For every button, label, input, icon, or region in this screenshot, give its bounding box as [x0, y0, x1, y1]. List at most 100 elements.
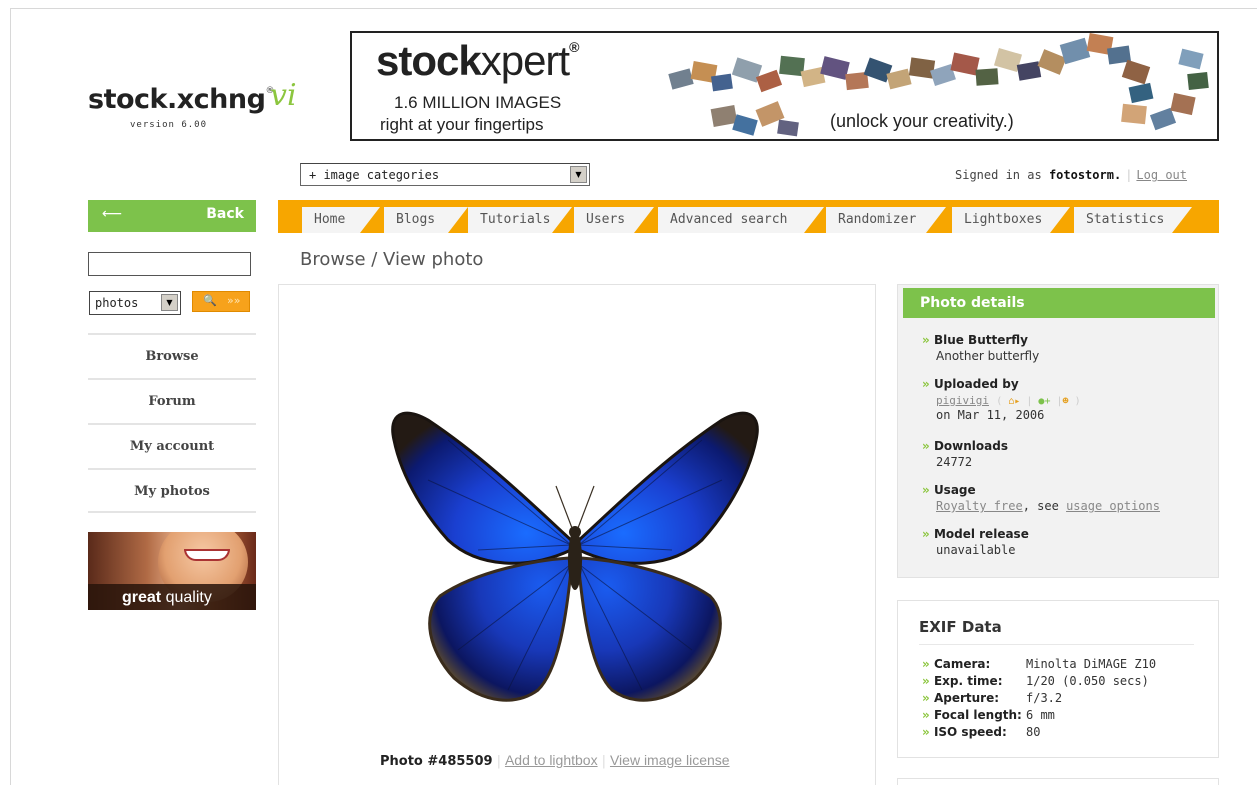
sidebar-item-my-account[interactable]: My account — [88, 423, 256, 468]
detail-name-label: Blue Butterfly — [922, 333, 1028, 347]
banner-subline: right at your fingertips — [380, 115, 544, 134]
exif-value: 80 — [1026, 725, 1041, 739]
exif-key: Exp. time: — [922, 674, 1026, 688]
dropdown-arrow-icon[interactable]: ▼ — [570, 166, 587, 183]
banner-brand-reg: ® — [569, 39, 579, 55]
detail-downloads: Downloads 24772 — [922, 439, 1008, 469]
promo-smile — [184, 549, 230, 561]
exif-key: ISO speed: — [922, 725, 1026, 739]
tab-advanced-search-label: Advanced search — [670, 212, 788, 227]
uploader-actions: ( ⌂▸ | ●+ |☻ ) — [996, 396, 1081, 407]
exif-row-camera: Camera:Minolta DiMAGE Z10 — [922, 657, 1156, 671]
usage-options-link[interactable]: usage options — [1066, 499, 1160, 513]
usage-line: Royalty free, see usage options — [922, 499, 1160, 513]
uploaded-date: on Mar 11, 2006 — [936, 408, 1045, 422]
search-button[interactable]: 🔍 »» — [192, 291, 250, 312]
tab-users-label: Users — [586, 212, 626, 227]
message-icon[interactable]: ☻ — [1063, 396, 1069, 407]
detail-downloads-label: Downloads — [922, 439, 1008, 453]
photo-number: Photo #485509 — [380, 754, 493, 769]
back-button[interactable]: ⟵ Back — [88, 200, 256, 232]
search-type-select[interactable]: photos ▼ — [89, 291, 181, 315]
tab-lightboxes-label: Lightboxes — [964, 212, 1043, 227]
exif-row-focal-length: Focal length:6 mm — [922, 708, 1055, 722]
search-input[interactable] — [88, 252, 251, 276]
model-release-value: unavailable — [936, 543, 1016, 557]
tab-randomizer-label: Randomizer — [838, 212, 917, 227]
exif-value: f/3.2 — [1026, 691, 1063, 705]
image-categories-value: + image categories — [309, 168, 440, 182]
banner-brand-bold: stock — [376, 37, 482, 84]
detail-title: Blue Butterfly Another butterfly — [922, 333, 1039, 363]
butterfly-photo[interactable] — [388, 400, 762, 712]
tab-users[interactable]: Users — [574, 207, 654, 233]
page-title: Browse / View photo — [300, 249, 484, 270]
detail-usage-label: Usage — [922, 483, 976, 497]
banner-headline: 1.6 MILLION IMAGES — [394, 93, 562, 112]
back-label: Back — [206, 206, 244, 222]
royalty-free-link[interactable]: Royalty free — [936, 499, 1023, 513]
great-quality-promo[interactable]: great quality — [88, 532, 256, 610]
sidebar-menu: Browse Forum My account My photos — [88, 333, 256, 513]
uploader-line: pigivigi ( ⌂▸ | ●+ |☻ ) — [922, 393, 1081, 407]
detail-uploaded: Uploaded by pigivigi ( ⌂▸ | ●+ |☻ ) on M… — [922, 377, 1081, 422]
banner-brand: stockxpert® — [376, 37, 579, 85]
image-categories-select[interactable]: + image categories ▼ — [300, 163, 590, 186]
promo-caption: great quality — [122, 589, 212, 607]
separator: | — [496, 754, 501, 769]
next-panel-edge — [897, 778, 1219, 785]
portfolio-icon[interactable]: ⌂▸ — [1008, 396, 1020, 407]
tab-blogs-label: Blogs — [396, 212, 436, 227]
usage-mid-text: , see — [1022, 499, 1067, 513]
dropdown-arrow-icon[interactable]: ▼ — [161, 294, 178, 311]
frame-border-top — [10, 8, 1257, 9]
banner-brand-light: xpert — [480, 37, 570, 84]
uploader-link[interactable]: pigivigi — [936, 394, 989, 407]
username: fotostorm. — [1048, 168, 1122, 182]
sidebar-item-browse[interactable]: Browse — [88, 333, 256, 378]
chevrons-icon: »» — [227, 294, 241, 307]
tab-advanced-search[interactable]: Advanced search — [658, 207, 824, 233]
downloads-count: 24772 — [936, 455, 973, 469]
detail-usage: Usage Royalty free, see usage options — [922, 483, 1160, 513]
tab-tutorials[interactable]: Tutorials — [468, 207, 572, 233]
detail-model-release: Model release unavailable — [922, 527, 1029, 557]
exif-row-exposure: Exp. time:1/20 (0.050 secs) — [922, 674, 1149, 688]
detail-name-desc: Another butterfly — [936, 349, 1040, 363]
exif-key: Camera: — [922, 657, 1026, 671]
sidebar-item-my-photos[interactable]: My photos — [88, 468, 256, 513]
detail-model-label: Model release — [922, 527, 1029, 541]
separator: | — [1125, 168, 1133, 182]
exif-title: EXIF Data — [919, 618, 1002, 636]
photo-details-title: Photo details — [903, 288, 1215, 318]
stockxpert-banner-ad[interactable]: stockxpert® 1.6 MILLION IMAGES right at … — [350, 31, 1219, 141]
tab-tutorials-label: Tutorials — [480, 212, 551, 227]
exif-row-iso: ISO speed:80 — [922, 725, 1041, 739]
exif-key: Aperture: — [922, 691, 1026, 705]
promo-caption-bold: great — [122, 589, 162, 606]
add-friend-icon[interactable]: ●+ — [1038, 396, 1050, 407]
tab-home[interactable]: Home — [302, 207, 380, 233]
sidebar-item-forum[interactable]: Forum — [88, 378, 256, 423]
tab-blogs[interactable]: Blogs — [384, 207, 468, 233]
frame-border-left — [10, 8, 11, 785]
banner-tagline: (unlock your creativity.) — [830, 111, 1014, 131]
logout-link[interactable]: Log out — [1136, 168, 1187, 182]
tab-home-label: Home — [314, 212, 346, 227]
site-logo[interactable]: stock.xchng® vi version 6.00 — [88, 78, 297, 130]
exif-value: 1/20 (0.050 secs) — [1026, 674, 1149, 688]
exif-key: Focal length: — [922, 708, 1026, 722]
tab-statistics[interactable]: Statistics — [1074, 207, 1192, 233]
tab-lightboxes[interactable]: Lightboxes — [952, 207, 1070, 233]
view-image-license-link[interactable]: View image license — [610, 752, 730, 768]
photo-caption: Photo #485509 | Add to lightbox | View image… — [380, 752, 730, 769]
photo-details-box: Photo details Blue Butterfly Another but… — [897, 284, 1219, 578]
exif-row-aperture: Aperture:f/3.2 — [922, 691, 1062, 705]
add-to-lightbox-link[interactable]: Add to lightbox — [505, 752, 598, 768]
divider — [919, 644, 1194, 645]
search-icon: 🔍 — [203, 294, 217, 307]
tab-randomizer[interactable]: Randomizer — [826, 207, 946, 233]
exif-value: 6 mm — [1026, 708, 1055, 722]
tab-statistics-label: Statistics — [1086, 212, 1165, 227]
promo-caption-rest: quality — [161, 589, 212, 606]
